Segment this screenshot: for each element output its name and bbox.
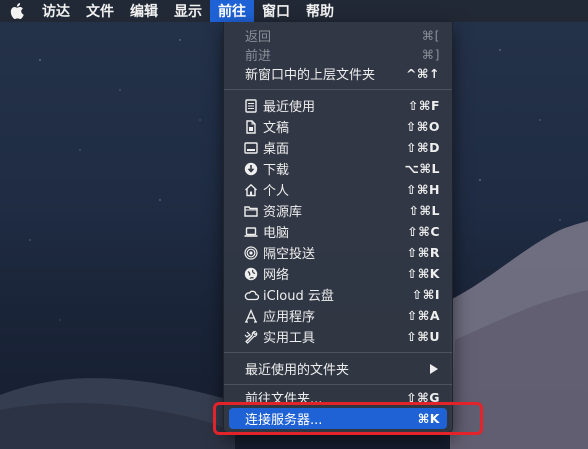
menu-item-label: 隔空投送 [263, 247, 316, 262]
menu-item-shortcut: ⇧⌘I [411, 287, 440, 302]
applications-icon [243, 308, 259, 324]
menu-item-shortcut: ⇧⌘F [407, 98, 440, 113]
menu-item-recent-folders[interactable]: 最近使用的文件夹 [224, 358, 452, 379]
menu-item-forward[interactable]: 前进 ⌘] [224, 44, 452, 65]
menu-item-label: 应用程序 [263, 310, 316, 325]
menu-item-network[interactable]: 网络 ⇧⌘K [224, 263, 452, 284]
menu-item-label: 下载 [263, 163, 290, 178]
menubar-window[interactable]: 窗口 [254, 0, 298, 22]
menubar-edit[interactable]: 编辑 [122, 0, 166, 22]
folder-icon [243, 203, 259, 219]
icloud-icon [243, 287, 259, 303]
menu-item-label: 返回 [245, 30, 272, 45]
menu-bar: 访达 文件 编辑 显示 前往 窗口 帮助 [0, 0, 588, 22]
menu-separator [224, 384, 452, 385]
menu-item-label: 新窗口中的上层文件夹 [245, 68, 376, 83]
menu-item-documents[interactable]: 文稿 ⇧⌘O [224, 116, 452, 137]
utilities-icon [243, 329, 259, 345]
menu-item-shortcut: ⇧⌘O [405, 119, 440, 134]
menu-separator [224, 89, 452, 90]
menu-item-shortcut: ⇧⌘L [408, 203, 440, 218]
menu-item-label: 桌面 [263, 142, 290, 157]
menu-item-label: 文稿 [263, 121, 290, 136]
menubar-view[interactable]: 显示 [166, 0, 210, 22]
menu-item-icloud-drive[interactable]: iCloud 云盘 ⇧⌘I [224, 284, 452, 305]
menubar-finder[interactable]: 访达 [34, 0, 78, 22]
menubar-go[interactable]: 前往 [210, 0, 254, 22]
menu-item-shortcut: ⇧⌘G [406, 390, 440, 405]
menu-item-label: 网络 [263, 268, 290, 283]
downloads-icon [243, 161, 259, 177]
network-icon [243, 266, 259, 282]
menu-item-computer[interactable]: 电脑 ⇧⌘C [224, 221, 452, 242]
menu-item-label: 最近使用 [263, 100, 316, 115]
computer-icon [243, 224, 259, 240]
menu-item-recents[interactable]: 最近使用 ⇧⌘F [224, 95, 452, 116]
submenu-arrow-icon [430, 363, 438, 374]
menu-item-label: 连接服务器... [245, 413, 323, 428]
menu-item-goto-folder[interactable]: 前往文件夹... ⇧⌘G [224, 387, 452, 408]
menu-item-label: 电脑 [263, 226, 290, 241]
desktop-icon [243, 140, 259, 156]
go-menu-dropdown: 返回 ⌘[ 前进 ⌘] 新窗口中的上层文件夹 ^⌘↑ 最近使用 ⇧⌘F 文稿 ⇧… [223, 22, 453, 433]
menu-item-shortcut: ⇧⌘A [406, 308, 440, 323]
menu-item-label: 实用工具 [263, 331, 316, 346]
menu-item-shortcut: ⌘[ [421, 28, 440, 43]
recents-icon [243, 98, 259, 114]
menu-item-back[interactable]: 返回 ⌘[ [224, 25, 452, 46]
menu-item-applications[interactable]: 应用程序 ⇧⌘A [224, 305, 452, 326]
documents-icon [243, 119, 259, 135]
menu-item-shortcut: ⇧⌘D [406, 140, 440, 155]
menu-item-shortcut: ⇧⌘K [406, 266, 440, 281]
menu-item-enclosing-folder[interactable]: 新窗口中的上层文件夹 ^⌘↑ [224, 63, 452, 84]
airdrop-icon [243, 245, 259, 261]
menu-item-downloads[interactable]: 下载 ⌥⌘L [224, 158, 452, 179]
menubar-file[interactable]: 文件 [78, 0, 122, 22]
menu-item-airdrop[interactable]: 隔空投送 ⇧⌘R [224, 242, 452, 263]
menubar-help[interactable]: 帮助 [298, 0, 342, 22]
menu-item-shortcut: ⇧⌘U [406, 329, 440, 344]
menu-item-label: 最近使用的文件夹 [245, 363, 350, 378]
menu-item-connect-server[interactable]: 连接服务器... ⌘K [229, 408, 447, 429]
apple-menu-icon[interactable] [0, 0, 34, 22]
menu-separator [224, 352, 452, 353]
menu-item-label: 前进 [245, 49, 272, 64]
menu-item-library[interactable]: 资源库 ⇧⌘L [224, 200, 452, 221]
home-icon [243, 182, 259, 198]
menu-item-shortcut: ⇧⌘R [406, 245, 440, 260]
menu-item-desktop[interactable]: 桌面 ⇧⌘D [224, 137, 452, 158]
menu-item-shortcut: ⌘] [421, 47, 440, 62]
menu-item-shortcut: ⌘K [417, 411, 440, 426]
menu-item-shortcut: ⇧⌘C [407, 224, 440, 239]
menu-item-label: 个人 [263, 184, 290, 199]
menu-item-utilities[interactable]: 实用工具 ⇧⌘U [224, 326, 452, 347]
menu-item-label: 前往文件夹... [245, 392, 323, 407]
menu-item-label: iCloud 云盘 [263, 289, 334, 304]
menu-item-label: 资源库 [263, 205, 303, 220]
menu-item-home[interactable]: 个人 ⇧⌘H [224, 179, 452, 200]
menu-item-shortcut: ⇧⌘H [405, 182, 440, 197]
menu-item-shortcut: ⌥⌘L [404, 161, 440, 176]
menu-item-shortcut: ^⌘↑ [405, 66, 440, 81]
